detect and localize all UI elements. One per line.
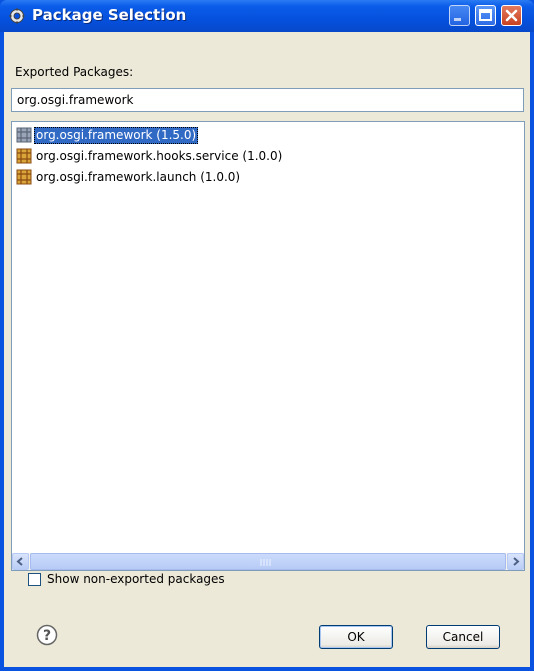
- cancel-button[interactable]: Cancel: [426, 625, 500, 649]
- scroll-left-button[interactable]: [12, 553, 29, 570]
- chevron-right-icon: [513, 557, 520, 566]
- list-item[interactable]: org.osgi.framework.launch (1.0.0): [16, 168, 242, 186]
- help-icon[interactable]: ?: [36, 624, 58, 646]
- list-item-label: org.osgi.framework.launch (1.0.0): [36, 169, 241, 184]
- window-title: Package Selection: [32, 6, 187, 24]
- package-filter-input[interactable]: [11, 88, 524, 112]
- dialog-body: Exported Packages: org.osgi.framework (1…: [4, 32, 530, 667]
- package-selection-dialog: Package Selection Exported Packages: org…: [0, 0, 534, 671]
- list-item-label: org.osgi.framework.hooks.service (1.0.0): [36, 148, 283, 163]
- package-icon: [16, 169, 32, 185]
- package-icon: [16, 148, 32, 164]
- list-item[interactable]: org.osgi.framework (1.5.0): [16, 126, 199, 144]
- list-item-label: org.osgi.framework (1.5.0): [34, 126, 199, 144]
- gear-icon: [9, 8, 25, 24]
- exported-packages-label: Exported Packages:: [15, 65, 134, 79]
- minimize-icon: [454, 18, 461, 21]
- maximize-button[interactable]: [475, 5, 496, 26]
- close-button[interactable]: [501, 5, 522, 26]
- scroll-thumb[interactable]: [30, 553, 506, 570]
- grip-icon: [260, 559, 271, 566]
- maximize-icon: [479, 9, 492, 21]
- title-bar[interactable]: Package Selection: [0, 0, 534, 32]
- show-non-exported-label: Show non-exported packages: [47, 572, 225, 586]
- ok-button[interactable]: OK: [319, 625, 393, 649]
- package-icon: [16, 127, 32, 143]
- minimize-button[interactable]: [449, 5, 470, 26]
- list-item[interactable]: org.osgi.framework.hooks.service (1.0.0): [16, 147, 284, 165]
- svg-text:?: ?: [43, 628, 51, 644]
- package-list[interactable]: org.osgi.framework (1.5.0) org.osgi.fram…: [11, 121, 525, 571]
- show-non-exported-option[interactable]: Show non-exported packages: [28, 572, 225, 586]
- close-icon: [505, 9, 518, 22]
- scroll-right-button[interactable]: [507, 553, 524, 570]
- chevron-left-icon: [16, 557, 23, 566]
- show-non-exported-checkbox[interactable]: [28, 572, 41, 586]
- horizontal-scrollbar[interactable]: [12, 553, 524, 570]
